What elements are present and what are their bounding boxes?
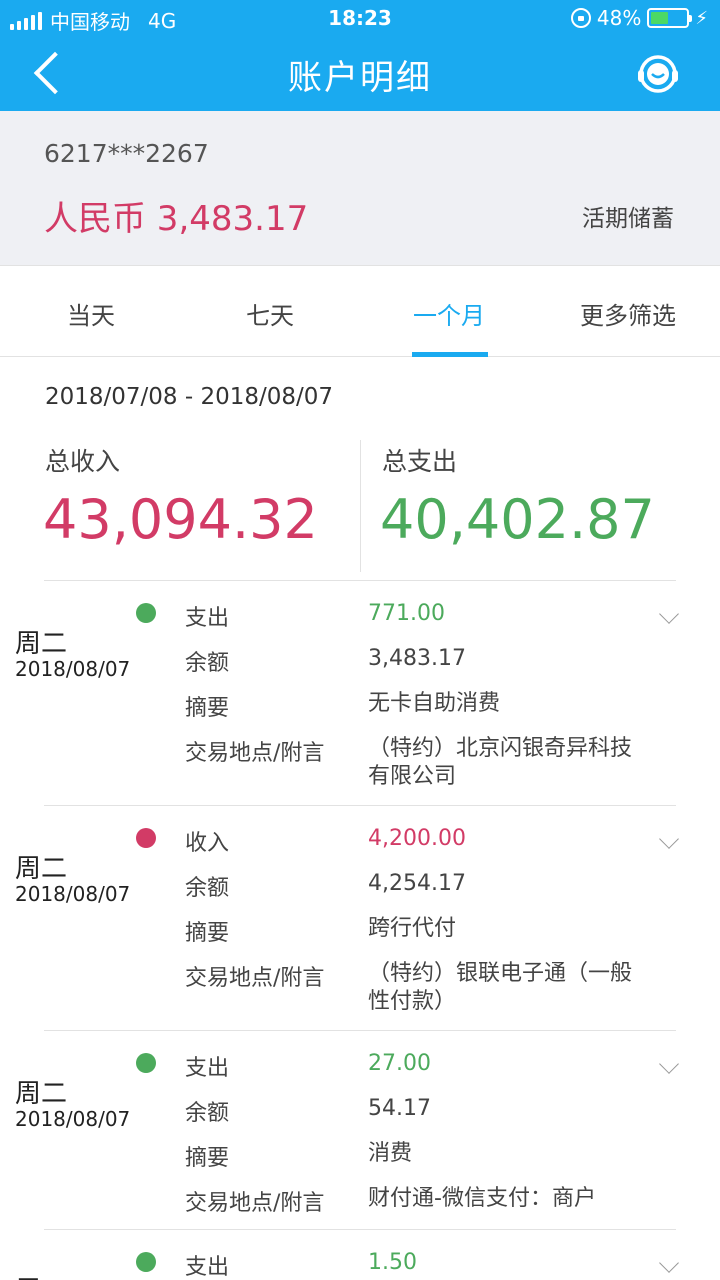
transaction-type-dot — [136, 1053, 156, 1073]
transaction-amount: 27.00 — [368, 1051, 431, 1076]
expand-chevron-icon[interactable] — [659, 1054, 679, 1074]
transaction-date: 2018/08/07 — [15, 657, 131, 681]
total-expense-value: 40,402.87 — [380, 488, 655, 551]
charging-icon: ⚡ — [695, 7, 708, 29]
active-tab-indicator — [412, 352, 488, 357]
battery-percent: 48% — [596, 6, 642, 30]
status-right: 48% ⚡ — [570, 6, 708, 30]
battery-level — [651, 12, 668, 24]
top-bar: 中国移动 4G 18:23 48% ⚡ 账户明细 — [0, 0, 720, 111]
summary-label: 摘要 — [185, 1146, 230, 1171]
expand-chevron-icon[interactable] — [659, 604, 679, 624]
transaction-weekday: 周二 — [15, 854, 68, 884]
account-number: 6217***2267 — [44, 139, 209, 168]
balance-label: 余额 — [185, 651, 230, 676]
transaction-location: （特约）银联电子通（一般性付款） — [368, 961, 633, 1014]
location-label: 交易地点/附言 — [185, 1191, 325, 1216]
transaction-type: 支出 — [185, 1056, 230, 1081]
expand-chevron-icon[interactable] — [659, 1253, 679, 1273]
transaction-balance: 3,483.17 — [368, 646, 466, 671]
page-title: 账户明细 — [288, 58, 432, 98]
transaction-amount: 771.00 — [368, 601, 445, 626]
transaction-summary: 跨行代付 — [368, 916, 457, 941]
transaction-type-dot — [136, 1252, 156, 1272]
transaction-location: 财付通-微信支付：商户 — [368, 1186, 596, 1211]
transaction-type-dot — [136, 828, 156, 848]
customer-service-button[interactable] — [634, 50, 682, 98]
transaction-summary: 消费 — [368, 1141, 413, 1166]
total-expense-label: 总支出 — [382, 447, 458, 476]
account-type: 活期储蓄 — [582, 206, 674, 232]
transaction-balance: 4,254.17 — [368, 871, 466, 896]
transaction-amount: 1.50 — [368, 1250, 417, 1275]
transaction-summary: 无卡自助消费 — [368, 691, 501, 716]
summary-label: 摘要 — [185, 696, 230, 721]
date-range: 2018/07/08 - 2018/08/07 — [45, 384, 334, 410]
tab-today[interactable]: 当天 — [67, 296, 115, 331]
nav-bar: 账户明细 — [0, 36, 720, 111]
tab-seven-days[interactable]: 七天 — [246, 296, 294, 331]
tab-more-filters[interactable]: 更多筛选 — [580, 296, 676, 331]
transaction-amount: 4,200.00 — [368, 826, 466, 851]
location-label: 交易地点/附言 — [185, 966, 325, 991]
status-bar: 中国移动 4G 18:23 48% ⚡ — [0, 0, 720, 36]
summary-divider — [360, 440, 361, 572]
transaction-weekday: 周 — [15, 1270, 41, 1280]
rotation-lock-icon — [570, 8, 591, 28]
period-tabs: 当天 七天 一个月 更多筛选 — [0, 265, 720, 357]
balance-label: 余额 — [185, 876, 230, 901]
transaction-date: 2018/08/07 — [15, 882, 131, 906]
transaction-type-dot — [136, 603, 156, 623]
transaction-type: 支出 — [185, 1255, 230, 1280]
transaction-balance: 54.17 — [368, 1096, 431, 1121]
expand-chevron-icon[interactable] — [659, 829, 679, 849]
transaction-location: （特约）北京闪银奇异科技有限公司 — [368, 736, 633, 789]
transaction-item[interactable]: 周二 2018/08/07 收入 4,200.00 余额 4,254.17 摘要… — [0, 806, 720, 1030]
summary-label: 摘要 — [185, 921, 230, 946]
total-income-value: 43,094.32 — [43, 488, 318, 551]
transaction-type: 支出 — [185, 606, 230, 631]
transaction-type: 收入 — [185, 831, 230, 856]
account-card: 6217***2267 人民币 3,483.17 活期储蓄 — [0, 111, 720, 265]
transaction-weekday: 周二 — [15, 1079, 68, 1109]
transaction-item[interactable]: 周 支出 1.50 — [0, 1230, 720, 1280]
transaction-weekday: 周二 — [15, 629, 68, 659]
transaction-date: 2018/08/07 — [15, 1107, 131, 1131]
total-income-label: 总收入 — [45, 447, 121, 476]
tab-one-month[interactable]: 一个月 — [413, 296, 485, 331]
transaction-item[interactable]: 周二 2018/08/07 支出 27.00 余额 54.17 摘要 消费 交易… — [0, 1031, 720, 1229]
customer-service-icon — [638, 55, 678, 93]
battery-icon — [647, 8, 693, 28]
location-label: 交易地点/附言 — [185, 741, 325, 766]
account-balance: 人民币 3,483.17 — [44, 199, 309, 239]
transaction-item[interactable]: 周二 2018/08/07 支出 771.00 余额 3,483.17 摘要 无… — [0, 581, 720, 805]
balance-label: 余额 — [185, 1101, 230, 1126]
